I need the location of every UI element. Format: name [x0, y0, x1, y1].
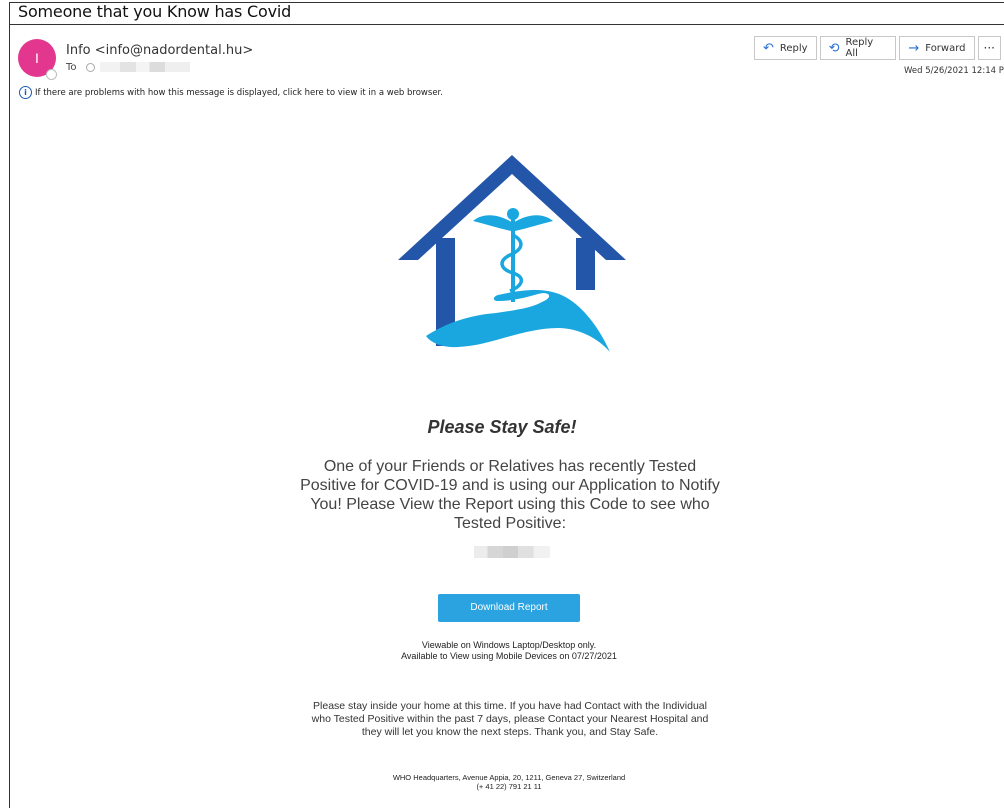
- reply-icon: ↶: [763, 40, 774, 56]
- reply-label: Reply: [779, 42, 808, 54]
- headline: Please Stay Safe!: [427, 417, 577, 437]
- subject-divider: [9, 24, 1004, 25]
- message-actions: ↶ Reply ⟲ Reply All → Forward ···: [754, 36, 1004, 60]
- viewable-note: Viewable on Windows Laptop/Desktop only.…: [0, 640, 1004, 662]
- house-caduceus-hand-logo: [398, 155, 626, 352]
- to-label: To: [66, 62, 77, 73]
- presence-icon: [46, 69, 57, 80]
- sender-name[interactable]: Info <info@nadordental.hu>: [66, 43, 253, 58]
- viewable-line-2: Available to View using Mobile Devices o…: [401, 651, 617, 661]
- info-bar[interactable]: i If there are problems with how this me…: [19, 86, 443, 99]
- received-date: Wed 5/26/2021 12:14 PM: [904, 66, 1004, 76]
- logo-caduceus: [473, 208, 553, 302]
- reply-all-icon: ⟲: [828, 40, 840, 56]
- more-actions-button[interactable]: ···: [977, 36, 1001, 60]
- footer-line-1: WHO Headquarters, Avenue Appia, 20, 1211…: [392, 773, 626, 782]
- recipient-redacted: [99, 62, 190, 72]
- email-window: [9, 2, 1004, 808]
- recipient-line: To: [66, 62, 190, 73]
- stay-safe-paragraph: Please stay inside your home at this tim…: [311, 700, 709, 738]
- reply-button[interactable]: ↶ Reply: [754, 36, 817, 60]
- reply-all-button[interactable]: ⟲ Reply All: [819, 36, 897, 60]
- viewable-line-1: Viewable on Windows Laptop/Desktop only.: [421, 640, 597, 650]
- forward-label: Forward: [925, 42, 966, 54]
- footer-address: WHO Headquarters, Avenue Appia, 20, 1211…: [0, 773, 1004, 791]
- forward-icon: →: [908, 40, 920, 56]
- info-bar-text[interactable]: If there are problems with how this mess…: [35, 88, 443, 98]
- forward-button[interactable]: → Forward: [899, 36, 975, 60]
- footer-line-2: (+ 41 22) 791 21 11: [476, 782, 542, 791]
- logo-house-right-wall: [576, 238, 595, 290]
- recipient-presence-icon: [85, 62, 95, 72]
- more-icon: ···: [983, 41, 995, 55]
- download-report-button[interactable]: Download Report: [438, 594, 580, 622]
- message-body: One of your Friends or Relatives has rec…: [300, 458, 720, 532]
- info-icon: i: [19, 86, 32, 99]
- reply-all-label: Reply All: [845, 37, 874, 59]
- email-subject: Someone that you Know has Covid: [18, 2, 292, 21]
- redacted-code: [474, 546, 550, 558]
